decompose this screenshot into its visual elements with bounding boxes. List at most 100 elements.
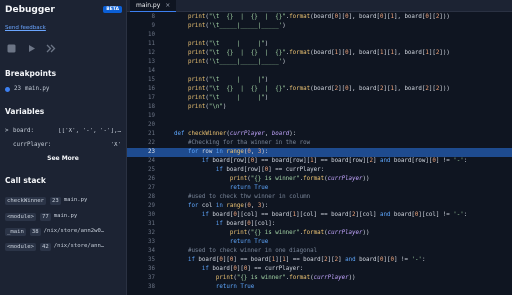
frame-function: <module> — [5, 212, 36, 221]
line-number[interactable]: 11 — [127, 40, 155, 49]
line-number[interactable]: 25 — [127, 166, 155, 175]
code-line[interactable]: 21 def checkWinner(currPlayer, board): — [127, 130, 512, 139]
current-code-line[interactable]: 23 for row in range(0, 3): — [127, 148, 512, 157]
line-text: return True — [229, 239, 269, 245]
callstack-frame[interactable]: <module> 42/nix/store/ann… — [5, 242, 121, 251]
variable-row-board[interactable]: > board: [['X', '-', '-'],… — [5, 128, 121, 134]
line-number[interactable]: 15 — [127, 76, 155, 85]
code-line[interactable]: 38 return True — [127, 283, 512, 292]
line-number[interactable]: 32 — [127, 229, 155, 238]
line-number[interactable]: 27 — [127, 184, 155, 193]
code-line[interactable]: 16 print("\t {} | {} | {}".format(board[… — [127, 85, 512, 94]
code-line[interactable]: 10 — [127, 31, 512, 40]
line-number[interactable]: 8 — [127, 13, 156, 22]
line-number[interactable]: 33 — [127, 238, 155, 247]
breakpoint-file: main.py — [24, 86, 50, 92]
tab-main-py[interactable]: main.py × — [130, 0, 177, 12]
code-line[interactable]: 22 #Checking for tha winner in the row — [127, 139, 512, 148]
code-line[interactable]: 36 if board[0][0] == currPlayer: — [127, 265, 512, 274]
line-number[interactable]: 9 — [127, 22, 156, 31]
line-number[interactable]: 22 — [127, 139, 155, 148]
line-number[interactable]: 17 — [127, 94, 155, 103]
line-number[interactable]: 24 — [127, 157, 155, 166]
line-number[interactable]: 26 — [127, 175, 155, 184]
line-number[interactable]: 19 — [127, 112, 155, 121]
line-text: print("\n") — [187, 104, 227, 110]
debug-controls — [5, 41, 57, 55]
variable-row-currplayer[interactable]: currPlayer: 'X' — [5, 142, 121, 148]
code-editor[interactable]: main.py × 8 print("\t {} | {} | {}".form… — [126, 0, 512, 295]
editor-tab-bar: main.py × — [127, 0, 512, 12]
code-line[interactable]: 11 print("\t | |") — [127, 40, 512, 49]
chevron-right-icon[interactable]: > — [5, 128, 13, 134]
code-line[interactable]: 28 #used to check thw winner in column — [127, 193, 512, 202]
callstack-frame[interactable]: _main 38/nix/store/ann2w0… — [5, 227, 121, 236]
line-number[interactable]: 29 — [127, 202, 155, 211]
code-line[interactable]: 37 print("{} is winner".format(currPlaye… — [127, 274, 512, 283]
line-number[interactable]: 38 — [127, 283, 155, 292]
code-line[interactable]: 33 return True — [127, 238, 512, 247]
line-text: print("\t {} | {} | {}".format(board[1][… — [187, 50, 450, 56]
code-line[interactable]: 30 if board[0][col] == board[1][col] == … — [127, 211, 512, 220]
frame-function: _main — [5, 227, 26, 236]
line-text: print("\t | |") — [187, 77, 269, 83]
line-number[interactable]: 13 — [127, 58, 155, 67]
code-lines[interactable]: 8 print("\t {} | {} | {}".format(board[0… — [127, 13, 512, 292]
code-line[interactable]: 35 if board[0][0] == board[1][1] == boar… — [127, 256, 512, 265]
line-number[interactable]: 34 — [127, 247, 155, 256]
breakpoint-item[interactable]: 23 main.py — [5, 86, 49, 92]
line-number[interactable]: 36 — [127, 265, 155, 274]
see-more-button[interactable]: See More — [0, 155, 126, 162]
code-line[interactable]: 32 print("{} is winner".format(currPlaye… — [127, 229, 512, 238]
code-line[interactable]: 25 if board[row][0] == currPlayer: — [127, 166, 512, 175]
frame-line: 42 — [39, 242, 51, 251]
code-line[interactable]: 31 if board[0][col]: — [127, 220, 512, 229]
line-text: if board[row][0] == board[row][1] == boa… — [201, 158, 468, 164]
step-over-icon — [46, 44, 56, 52]
code-line[interactable]: 29 for col in range(0, 3): — [127, 202, 512, 211]
code-line[interactable]: 19 — [127, 112, 512, 121]
code-line[interactable]: 9 print('\t_____|_____|_____') — [127, 22, 512, 31]
line-text: print("{} is winner".format(currPlayer)) — [229, 176, 370, 182]
continue-button[interactable] — [25, 42, 37, 54]
code-line[interactable]: 15 print("\t | |") — [127, 76, 512, 85]
line-number[interactable]: 16 — [127, 85, 155, 94]
line-number[interactable]: 20 — [127, 121, 155, 130]
line-number[interactable]: 21 — [127, 130, 155, 139]
line-number[interactable]: 14 — [127, 67, 155, 76]
line-text: #used to check thw winner in column — [187, 194, 311, 200]
code-line[interactable]: 17 print("\t | |") — [127, 94, 512, 103]
line-number[interactable]: 10 — [127, 31, 155, 40]
line-number[interactable]: 28 — [127, 193, 155, 202]
line-text: if board[0][col]: — [215, 221, 276, 227]
line-number[interactable]: 37 — [127, 274, 155, 283]
line-text: print("\t {} | {} | {}".format(board[0][… — [187, 14, 450, 20]
line-number[interactable]: 35 — [127, 256, 155, 265]
callstack-frame[interactable]: checkWinner 23 main.py — [5, 196, 121, 205]
line-number[interactable]: 12 — [127, 49, 155, 58]
send-feedback-link[interactable]: Send feedback — [5, 25, 46, 31]
close-icon[interactable]: × — [165, 2, 170, 9]
breakpoints-title: Breakpoints — [5, 69, 57, 78]
code-line[interactable]: 12 print("\t {} | {} | {}".format(board[… — [127, 49, 512, 58]
callstack-frame[interactable]: <module> 77 main.py — [5, 212, 121, 221]
code-line[interactable]: 20 — [127, 121, 512, 130]
code-line[interactable]: 18 print("\n") — [127, 103, 512, 112]
line-number[interactable]: 30 — [127, 211, 155, 220]
code-line[interactable]: 24 if board[row][0] == board[row][1] == … — [127, 157, 512, 166]
step-over-button[interactable] — [45, 42, 57, 54]
code-line[interactable]: 34 #used to check winner in one diagonal — [127, 247, 512, 256]
continue-icon — [28, 44, 35, 52]
frame-file: /nix/store/ann… — [53, 242, 105, 249]
code-line[interactable]: 14 — [127, 67, 512, 76]
code-line[interactable]: 8 print("\t {} | {} | {}".format(board[0… — [127, 13, 512, 22]
line-text: return True — [215, 284, 255, 290]
line-number[interactable]: 18 — [127, 103, 155, 112]
code-line[interactable]: 26 print("{} is winner".format(currPlaye… — [127, 175, 512, 184]
line-number[interactable]: 23 — [127, 148, 155, 157]
code-line[interactable]: 13 print('\t_____|_____|_____') — [127, 58, 512, 67]
line-text: print("\t | |") — [187, 41, 269, 47]
line-number[interactable]: 31 — [127, 220, 155, 229]
stop-button[interactable] — [5, 42, 17, 54]
code-line[interactable]: 27 return True — [127, 184, 512, 193]
